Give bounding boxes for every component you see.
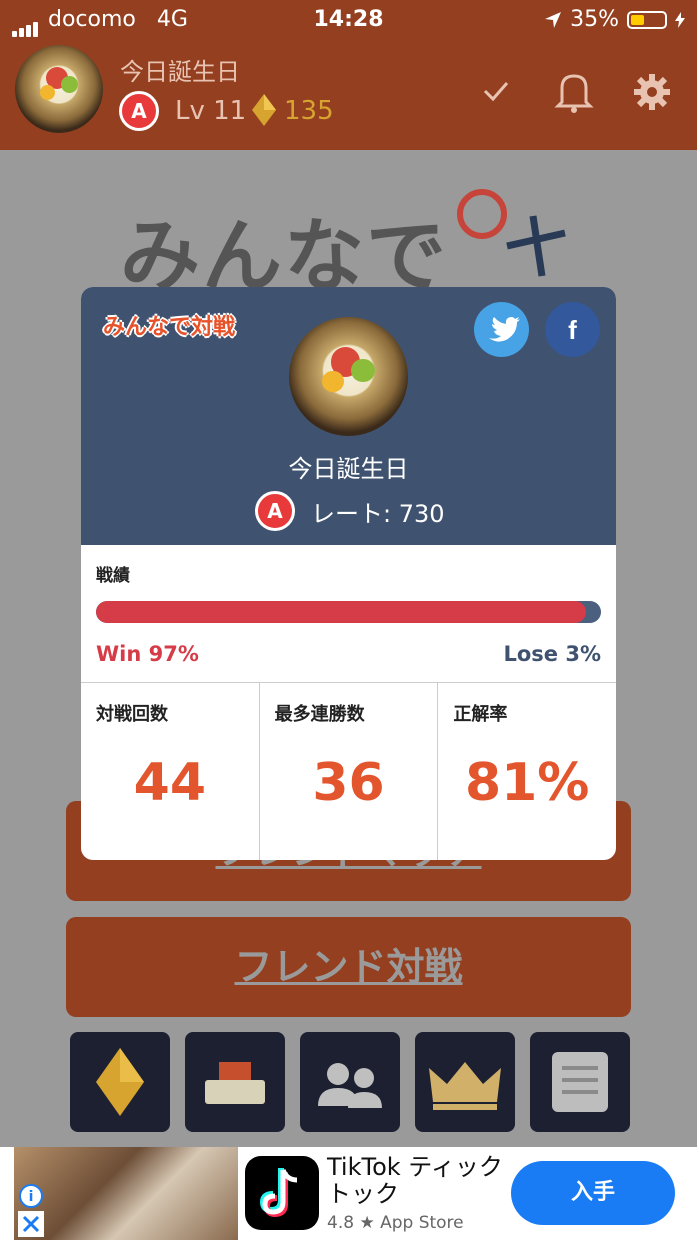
friend-battle-button[interactable]: フレンド対戦 [66, 917, 631, 1017]
stat-accuracy: 正解率 81% [438, 683, 616, 860]
box-tile[interactable] [185, 1032, 285, 1132]
tiktok-app-icon [245, 1156, 319, 1230]
profile-name: 今日誕生日 [288, 455, 409, 483]
svg-text:f: f [568, 315, 577, 345]
facebook-button[interactable]: f [545, 302, 600, 357]
battery-icon [627, 10, 667, 29]
menu-tiles [70, 1032, 630, 1132]
stat-value: 44 [133, 753, 207, 813]
header-username: 今日誕生日 [120, 58, 240, 86]
friends-icon [318, 1063, 382, 1108]
gem-count: 135 [284, 96, 334, 126]
gem-icon [96, 1048, 144, 1116]
win-rate-bar [96, 601, 601, 623]
ad-info-icon[interactable]: i [18, 1183, 44, 1209]
friends-tile[interactable] [300, 1032, 400, 1132]
box-icon [205, 1062, 265, 1104]
check-icon[interactable] [481, 76, 511, 106]
ranking-tile[interactable] [415, 1032, 515, 1132]
profile-rate: レート: 730 [311, 500, 445, 528]
ad-title: TikTok ティックトック [327, 1153, 503, 1208]
ad-rating: 4.8 ★ App Store [327, 1213, 464, 1233]
gear-icon[interactable] [632, 72, 672, 112]
profile-rank-badge: A [255, 491, 295, 531]
gem-shop-tile[interactable] [70, 1032, 170, 1132]
profile-modal: みんなで対戦 f 今日誕生日 A レート: 730 戦績 Win 97% Los… [81, 287, 616, 860]
battery-percent: 35% [570, 7, 619, 32]
twitter-button[interactable] [474, 302, 529, 357]
svg-text:i: i [29, 1189, 34, 1205]
profile-avatar [289, 317, 408, 436]
stat-label: 対戦回数 [96, 704, 168, 725]
facebook-icon: f [568, 315, 577, 345]
stat-label: 最多連勝数 [274, 704, 365, 725]
ad-banner[interactable]: i TikTok ティックトック 4.8 ★ App Store 入手 [0, 1147, 697, 1240]
stat-label: 正解率 [453, 704, 508, 725]
win-rate-fill [96, 601, 586, 623]
header-avatar[interactable] [15, 45, 103, 133]
stat-win-streak: 最多連勝数 36 [260, 683, 439, 860]
gem-icon [252, 94, 276, 126]
win-rate-label: Win 97% [96, 642, 199, 666]
modal-header: みんなで対戦 f 今日誕生日 A レート: 730 [81, 287, 616, 545]
ox-logo-icon [457, 189, 566, 277]
stat-value: 36 [312, 753, 385, 813]
twitter-icon [489, 317, 520, 342]
install-button[interactable]: 入手 [511, 1161, 675, 1225]
lose-rate-label: Lose 3% [503, 642, 601, 666]
ad-image [14, 1147, 238, 1240]
status-bar: docomo 4G 14:28 35% [0, 0, 697, 40]
stat-value: 81% [464, 753, 590, 813]
location-icon [545, 11, 562, 28]
modal-logo: みんなで対戦 [103, 315, 236, 340]
rank-badge: A [119, 91, 159, 131]
document-icon [552, 1052, 608, 1112]
record-label: 戦績 [96, 566, 130, 586]
app-header: 今日誕生日 A Lv 11 135 [0, 40, 697, 150]
charging-icon [675, 11, 685, 28]
bell-icon[interactable] [554, 70, 594, 114]
status-right: 35% [544, 7, 685, 32]
ad-close-icon[interactable] [18, 1211, 44, 1237]
stat-battles: 対戦回数 44 [81, 683, 260, 860]
stats-row: 対戦回数 44 最多連勝数 36 正解率 81% [81, 682, 616, 860]
level-label: Lv 11 [175, 96, 247, 126]
crown-icon [429, 1062, 501, 1110]
history-tile[interactable] [530, 1032, 630, 1132]
